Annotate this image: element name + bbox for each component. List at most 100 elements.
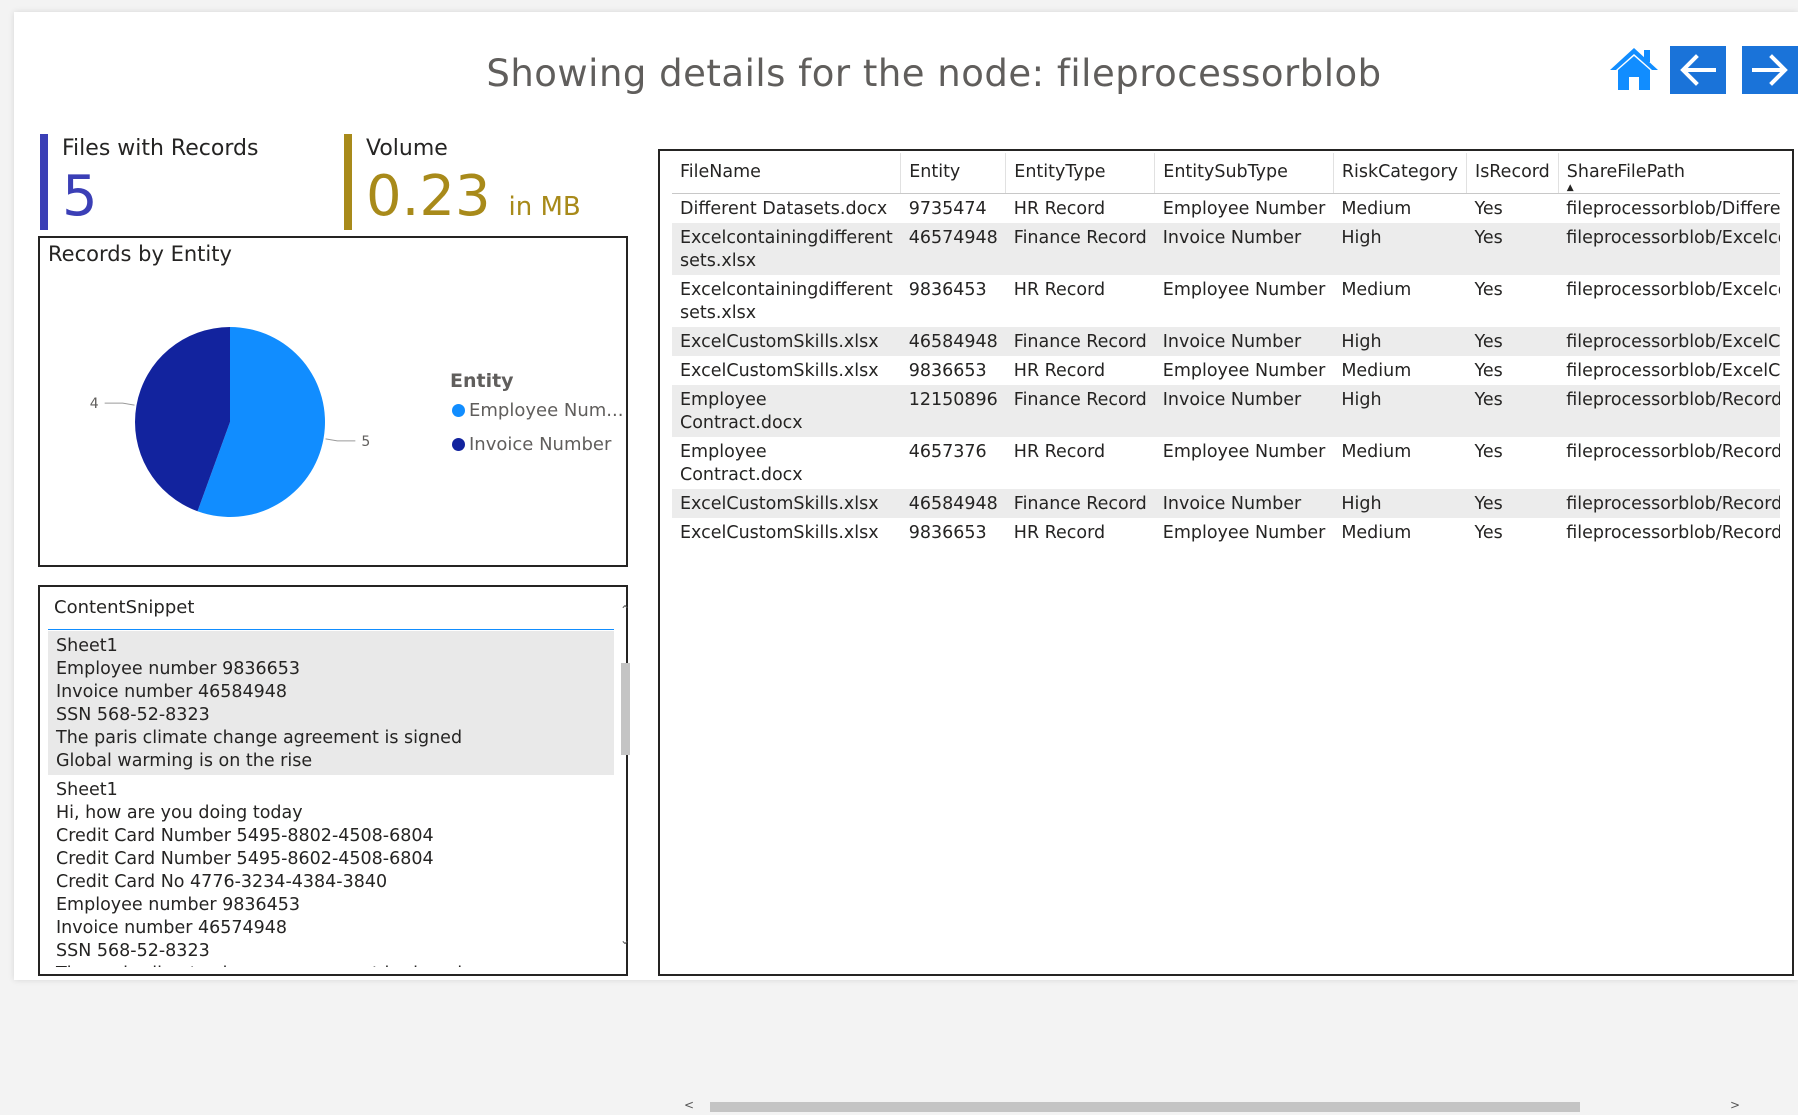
table-cell-entity: 46584948 (900, 489, 1006, 518)
snippet-list[interactable]: Sheet1 Employee number 9836653 Invoice num… (48, 631, 614, 967)
legend-label: Invoice Number (469, 434, 612, 455)
legend-item-invoice-number[interactable]: Invoice Number (452, 434, 611, 455)
snippet-line: SSN 568-52-8323 (56, 705, 210, 725)
table-viewport[interactable]: FileName Entity EntityType EntitySubType Ris… (672, 153, 1780, 1065)
table-cell-entitytype: HR Record (1013, 442, 1106, 462)
table-cell-riskcategory: Medium (1341, 199, 1412, 219)
horizontal-scrollbar[interactable]: < > (672, 1097, 1772, 1115)
data-label-leader (325, 438, 356, 442)
legend-item-employee-number[interactable]: Employee Num... (452, 400, 623, 421)
column-header-riskcategory[interactable]: RiskCategory (1333, 153, 1468, 194)
kpi-accent-bar (40, 134, 48, 230)
table-row[interactable]: Excelcontainingdifferent sets.xlsx 983645… (672, 275, 1780, 327)
table-cell-entitysubtype: Employee Number (1162, 523, 1326, 543)
table-header-row: FileName Entity EntityType EntitySubType Ris… (672, 153, 1780, 194)
column-header-sharefilepath[interactable]: ShareFilePath ▲ (1558, 153, 1780, 194)
scrollbar-thumb[interactable] (621, 663, 630, 755)
table-cell-filename: Employee Contract.docx (680, 442, 803, 485)
table-cell-entitysubtype: Employee Number (1162, 280, 1326, 300)
table-row[interactable]: Different Datasets.docx 9735474 HR Record E… (672, 194, 1780, 224)
table-cell-isrecord: Yes (1466, 489, 1559, 518)
table-row[interactable]: ExcelCustomSkills.xlsx 9836653 HR Record Em… (672, 356, 1780, 385)
snippet-line: Sheet1 (56, 780, 118, 800)
panel-title: Records by Entity (48, 242, 232, 266)
table-cell-entitysubtype: Employee Number (1162, 361, 1326, 381)
table-cell-entity: 9836653 (908, 523, 987, 543)
table-cell-riskcategory: High (1333, 489, 1467, 518)
table-cell-filename: Excelcontainingdifferent sets.xlsx (680, 280, 893, 323)
vertical-scrollbar[interactable]: ⌃ ⌄ (616, 603, 634, 955)
arrow-left-icon (1680, 54, 1716, 86)
column-header-entitytype[interactable]: EntityType (1005, 153, 1156, 194)
table-row[interactable]: ExcelCustomSkills.xlsx 9836653 HR Record Em… (672, 518, 1780, 547)
table-cell-entity: 46574948 (900, 223, 1006, 275)
table-cell-isrecord: Yes (1466, 223, 1559, 275)
snippet-line: The paris climate change agreement is si… (56, 728, 463, 748)
table-cell-entitytype: HR Record (1013, 523, 1106, 543)
legend-title: Entity (450, 370, 514, 392)
column-header-isrecord[interactable]: IsRecord (1466, 153, 1559, 194)
table-cell-entitytype: Finance Record (1005, 327, 1155, 356)
snippet-row[interactable]: Sheet1 Hi, how are you doing today Credit … (48, 775, 614, 967)
table-cell-entitytype: HR Record (1013, 280, 1106, 300)
column-header-entitysubtype[interactable]: EntitySubType (1154, 153, 1334, 194)
kpi-number: 5 (62, 164, 98, 229)
table-cell-sharefilepath: fileprocessorblob/Record/Level2 (1558, 489, 1780, 518)
table-cell-entitysubtype: Employee Number (1162, 199, 1326, 219)
table-row[interactable]: ExcelCustomSkills.xlsx 46584948 Finance Re… (672, 327, 1780, 356)
scroll-left-icon[interactable]: < (684, 1098, 694, 1112)
scroll-up-icon[interactable]: ⌃ (620, 603, 630, 617)
kpi-volume: Volume 0.23 in MB (344, 134, 604, 230)
snippet-line: Sheet1 (56, 636, 118, 656)
snippet-line: Credit Card Number 5495-8602-4508-6804 (56, 849, 434, 869)
snippet-line: Hi, how are you doing today (56, 803, 303, 823)
table-cell-entitytype: Finance Record (1005, 489, 1155, 518)
table-cell-isrecord: Yes (1474, 280, 1503, 300)
table-cell-sharefilepath: fileprocessorblob/Excelcontainin (1558, 223, 1780, 275)
table-cell-isrecord: Yes (1466, 385, 1559, 437)
table-row[interactable]: Employee Contract.docx 4657376 HR Record Em… (672, 437, 1780, 489)
column-header-contentsnippet[interactable]: ContentSnippet (54, 597, 194, 618)
table-row[interactable]: ExcelCustomSkills.xlsx 46584948 Finance Re… (672, 489, 1780, 518)
column-header-filename[interactable]: FileName (672, 153, 902, 194)
table-cell-sharefilepath: fileprocessorblob/Different%20D (1566, 199, 1780, 219)
back-button[interactable] (1670, 46, 1726, 94)
table-cell-entitytype: Finance Record (1005, 223, 1155, 275)
snippet-row[interactable]: Sheet1 Employee number 9836653 Invoice num… (48, 631, 614, 775)
table-cell-entity: 12150896 (900, 385, 1006, 437)
pie-chart: 54 (90, 327, 370, 517)
table-cell-filename: ExcelCustomSkills.xlsx (680, 361, 879, 381)
legend-label: Employee Num... (469, 400, 624, 421)
scroll-down-icon[interactable]: ⌄ (620, 933, 630, 947)
snippet-line: Employee number 9836653 (56, 659, 301, 679)
scroll-right-icon[interactable]: > (1730, 1098, 1740, 1112)
table-cell-entitysubtype: Invoice Number (1154, 489, 1334, 518)
scrollbar-thumb[interactable] (710, 1102, 1580, 1112)
table-cell-entitysubtype: Employee Number (1162, 442, 1326, 462)
table-row[interactable]: Employee Contract.docx 12150896 Finance Re… (672, 385, 1780, 437)
column-header-entity[interactable]: Entity (900, 153, 1007, 194)
table-cell-riskcategory: High (1333, 385, 1467, 437)
table-row[interactable]: Excelcontainingdifferent sets.xlsx 465749… (672, 223, 1780, 275)
table-cell-entity: 9836653 (908, 361, 987, 381)
table-cell-sharefilepath: fileprocessorblob/ExcelCustomSl (1558, 327, 1780, 356)
records-table: FileName Entity EntityType EntitySubType Ris… (672, 153, 1780, 547)
pie-data-label: 5 (361, 434, 370, 450)
table-cell-isrecord: Yes (1474, 361, 1503, 381)
table-body: Different Datasets.docx 9735474 HR Record E… (672, 194, 1780, 548)
home-icon (1610, 48, 1658, 90)
table-cell-entitytype: HR Record (1013, 199, 1106, 219)
home-button[interactable] (1604, 42, 1664, 96)
table-cell-riskcategory: Medium (1341, 361, 1412, 381)
snippet-line: Employee number 9836453 (56, 895, 301, 915)
table-cell-entity: 9735474 (908, 199, 987, 219)
table-cell-isrecord: Yes (1466, 327, 1559, 356)
table-cell-filename: ExcelCustomSkills.xlsx (672, 489, 901, 518)
forward-button[interactable] (1742, 46, 1798, 94)
snippet-line: SSN 568-52-8323 (56, 941, 210, 961)
table-cell-entity: 46584948 (900, 327, 1006, 356)
kpi-value: 5 (62, 164, 98, 229)
table-cell-riskcategory: Medium (1341, 280, 1412, 300)
table-cell-entitytype: Finance Record (1005, 385, 1155, 437)
kpi-unit: in MB (508, 192, 581, 222)
